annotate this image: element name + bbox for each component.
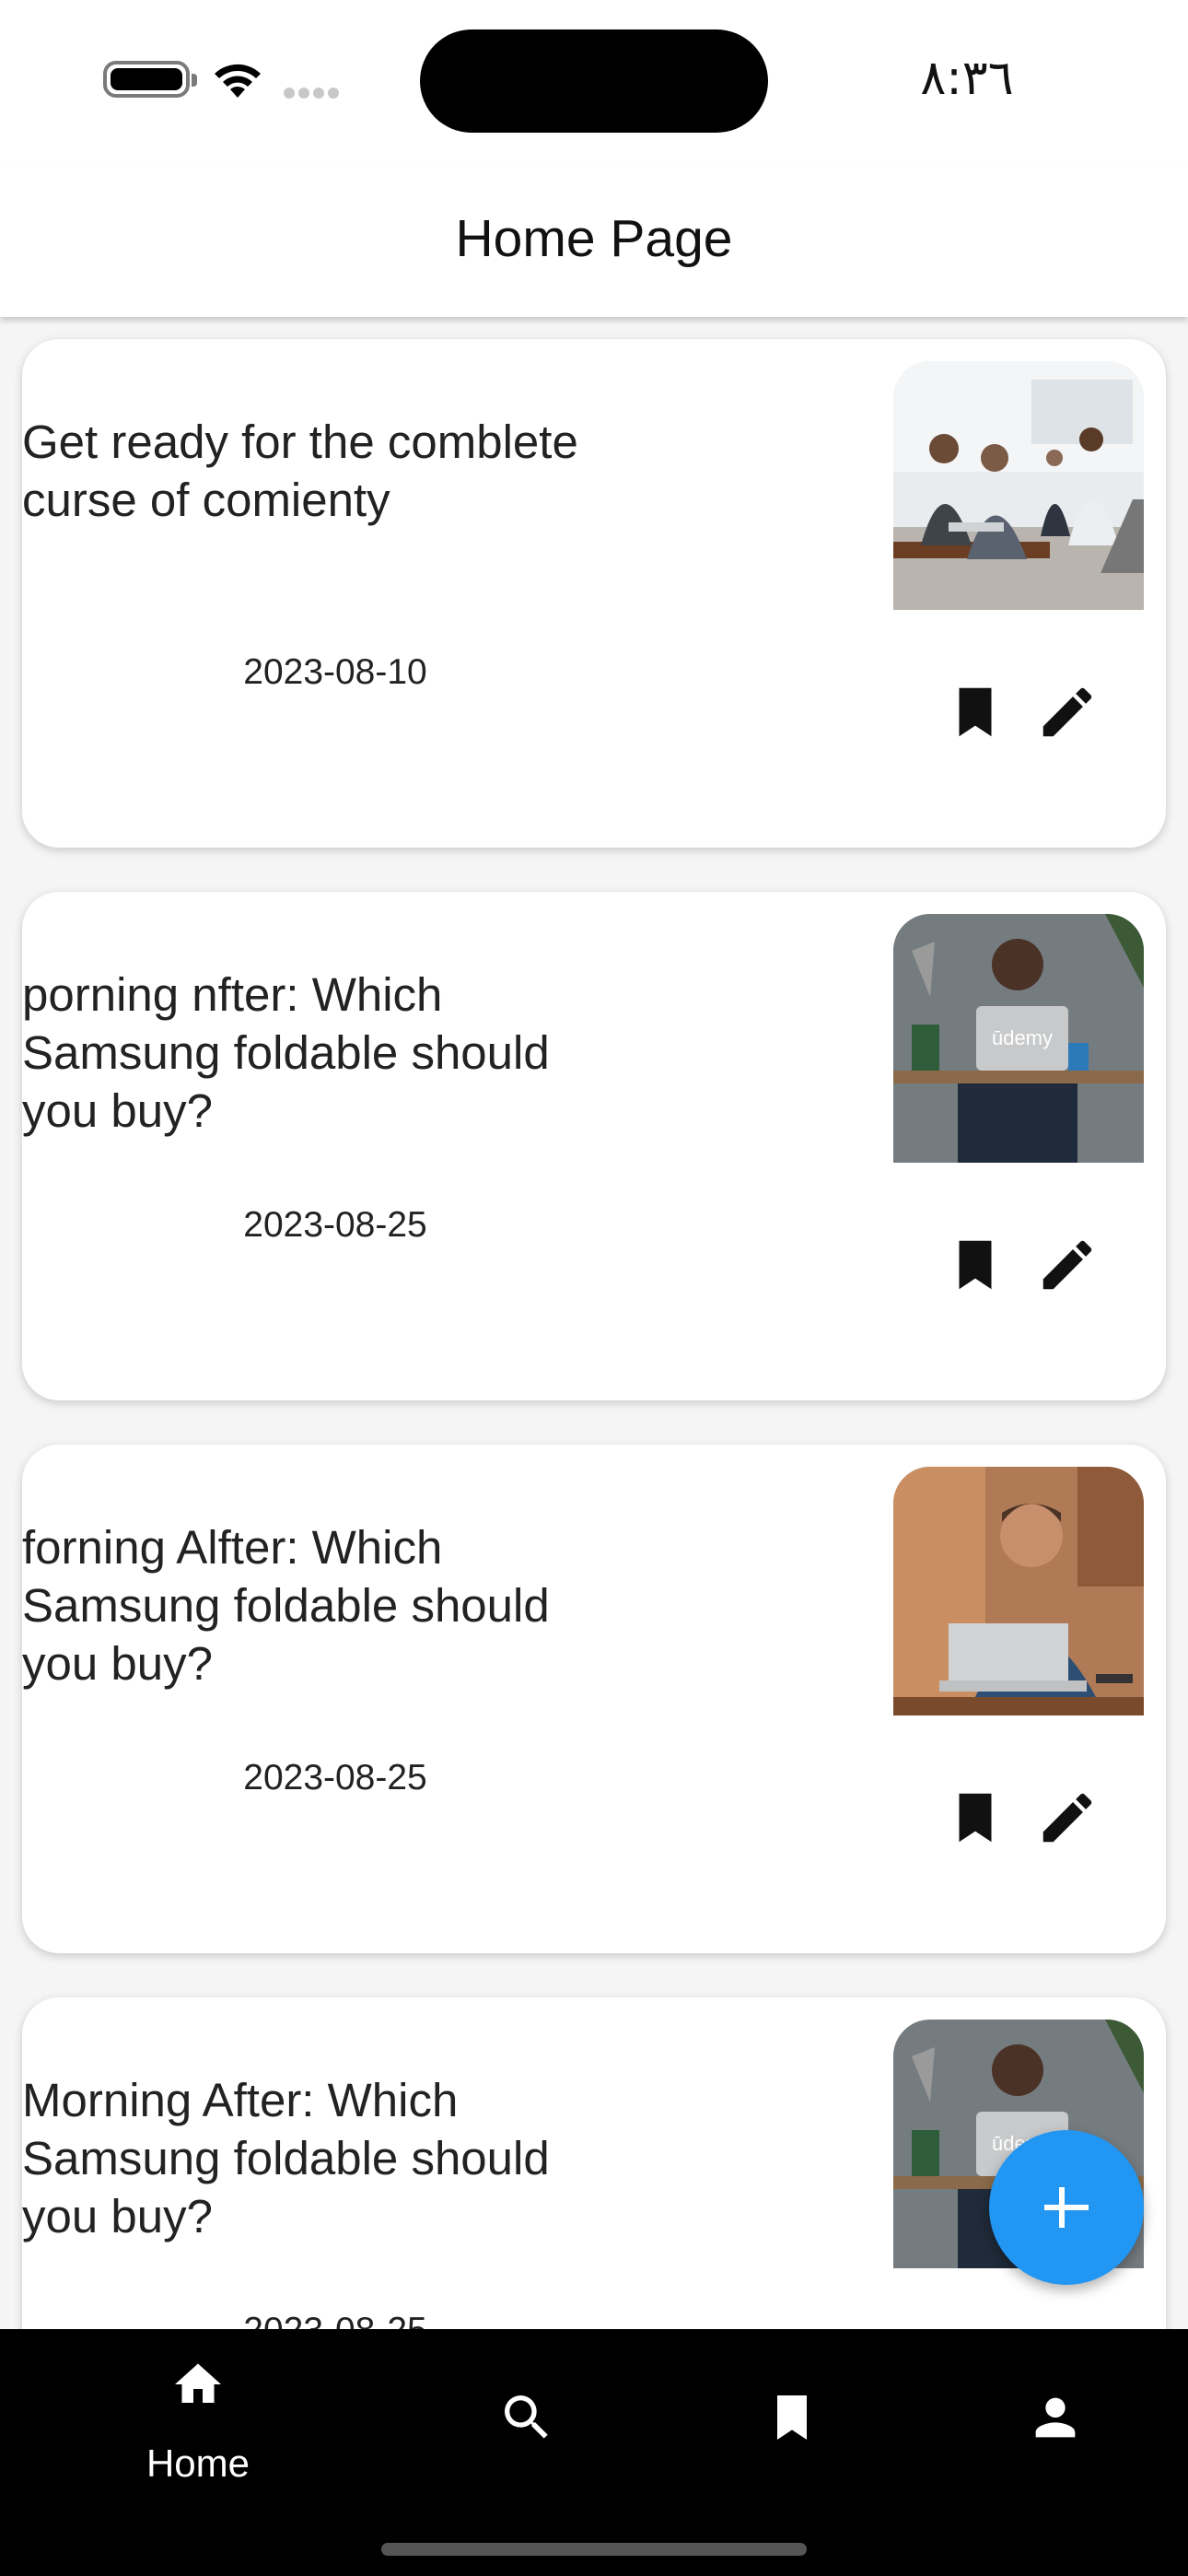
home-icon: [175, 2363, 221, 2403]
post-thumbnail[interactable]: [893, 1467, 1144, 1715]
home-indicator[interactable]: [381, 2543, 807, 2556]
dynamic-island: [420, 29, 768, 133]
post-date: 2023-08-25: [243, 1758, 427, 1797]
post-title: Morning After: Which Samsung foldable sh…: [22, 2074, 550, 2242]
bookmark-icon: [777, 2395, 807, 2440]
post-date: 2023-08-25: [151, 2311, 519, 2329]
post-date: 2023-08-10: [243, 652, 427, 692]
bottom-navigation: Home: [0, 2329, 1188, 2576]
post-date: 2023-08-25: [243, 1205, 427, 1245]
app-bar: Home Page: [0, 166, 1188, 317]
edit-icon[interactable]: [1035, 680, 1100, 744]
post-title: forning Alfter: Which Samsung foldable s…: [22, 1521, 550, 1690]
person-icon: [1035, 2397, 1076, 2438]
post-title: porning nfter: Which Samsung foldable sh…: [22, 968, 550, 1137]
post-actions: [943, 1786, 1109, 1850]
post-card[interactable]: Get ready for the comblete curse of comi…: [22, 339, 1166, 848]
post-thumbnail[interactable]: ūdemy: [893, 914, 1144, 1163]
nav-label-home: Home: [146, 2441, 250, 2485]
nav-item-home[interactable]: Home: [106, 2357, 290, 2486]
post-card[interactable]: forning Alfter: Which Samsung foldable s…: [22, 1445, 1166, 1953]
edit-icon[interactable]: [1035, 1786, 1100, 1850]
status-time: ٨:٣٦: [920, 51, 1014, 106]
bookmark-icon[interactable]: [943, 1233, 1007, 1297]
page-title: Home Page: [455, 209, 733, 268]
post-list[interactable]: Get ready for the comblete curse of comi…: [0, 317, 1188, 2329]
post-thumbnail[interactable]: [893, 361, 1144, 610]
nav-item-profile[interactable]: [963, 2357, 1147, 2486]
post-actions: [943, 680, 1109, 744]
edit-icon[interactable]: [1035, 1233, 1100, 1297]
add-post-button[interactable]: [989, 2130, 1144, 2285]
cellular-signal-icon: [284, 87, 348, 100]
nav-item-bookmarks[interactable]: [700, 2357, 884, 2486]
bookmark-icon[interactable]: [943, 1786, 1007, 1850]
nav-item-search[interactable]: [435, 2357, 619, 2486]
post-card[interactable]: porning nfter: Which Samsung foldable sh…: [22, 892, 1166, 1400]
status-bar: ٨:٣٦: [0, 0, 1188, 166]
wifi-icon: [215, 64, 261, 98]
post-actions: [943, 1233, 1109, 1297]
battery-icon: [103, 61, 197, 98]
bookmark-icon[interactable]: [943, 680, 1007, 744]
plus-icon: [1044, 2187, 1089, 2228]
post-title: Get ready for the comblete curse of comi…: [22, 416, 578, 526]
search-icon: [505, 2395, 548, 2439]
udemy-logo-text: ūdemy: [992, 1026, 1053, 1049]
